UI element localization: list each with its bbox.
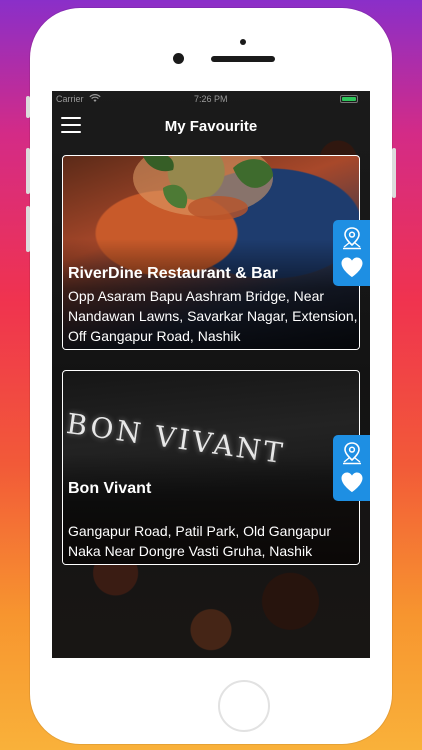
restaurant-name: Bon Vivant: [68, 480, 152, 497]
restaurant-name: RiverDine Restaurant & Bar: [68, 265, 278, 282]
battery-level: [342, 97, 356, 101]
heart-icon[interactable]: [340, 471, 364, 493]
power-button: [392, 148, 396, 198]
wifi-icon: [89, 94, 101, 105]
favorite-card-bon-vivant[interactable]: BON VIVANT Bon Vivant Gangapur Road, Pat…: [62, 370, 360, 565]
status-time: 7:26 PM: [194, 94, 228, 104]
proximity-sensor: [240, 39, 246, 45]
app-screen: Carrier 7:26 PM My Favourite RiverDine R…: [52, 91, 370, 658]
navigation-bar: My Favourite: [52, 109, 370, 145]
home-button[interactable]: [218, 680, 270, 732]
card-actions-riverdine: [333, 220, 370, 286]
status-bar: Carrier 7:26 PM: [52, 91, 370, 109]
map-pin-icon[interactable]: [341, 226, 363, 250]
volume-down-button: [26, 206, 30, 252]
favorite-card-riverdine[interactable]: RiverDine Restaurant & Bar Opp Asaram Ba…: [62, 155, 360, 350]
card-actions-bon-vivant: [333, 435, 370, 501]
battery-icon: [340, 95, 358, 103]
heart-icon[interactable]: [340, 256, 364, 278]
dish-photo: [133, 156, 273, 220]
restaurant-address: Opp Asaram Bapu Aashram Bridge, Near Nan…: [68, 288, 358, 344]
map-pin-icon[interactable]: [341, 441, 363, 465]
restaurant-address: Gangapur Road, Patil Park, Old Gangapur …: [68, 523, 332, 559]
front-camera: [173, 53, 184, 64]
carrier-label: Carrier: [56, 94, 84, 104]
volume-up-button: [26, 148, 30, 194]
mute-switch: [26, 96, 30, 118]
page-title: My Favourite: [164, 118, 258, 135]
earpiece-speaker: [211, 56, 275, 62]
